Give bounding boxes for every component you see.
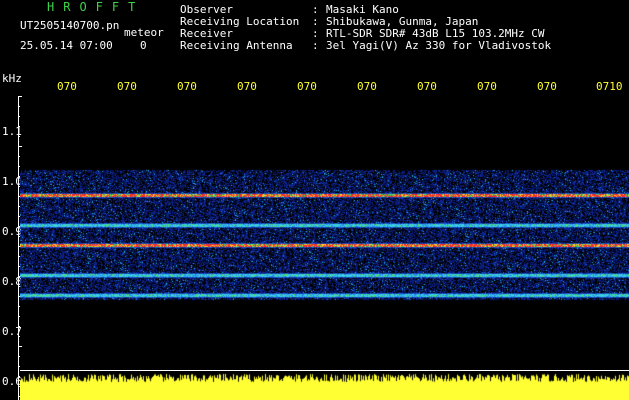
signal-strength-graph	[20, 370, 629, 400]
x-tick-label: 070	[477, 80, 497, 93]
y-tick-label: 1.1	[2, 125, 22, 138]
y-tick-label: 0.7	[2, 325, 22, 338]
antenna-label: Receiving Antenna	[180, 39, 293, 52]
mode-label: meteor	[124, 26, 164, 39]
spectrogram-canvas	[20, 96, 629, 366]
y-tick-label: 0.9	[2, 225, 22, 238]
detection-count: 0	[140, 39, 147, 52]
y-axis-unit: kHz	[2, 72, 22, 85]
x-tick-label: 070	[417, 80, 437, 93]
date-time: 25.05.14 07:00	[20, 39, 113, 52]
x-tick-label: 070	[357, 80, 377, 93]
x-tick-label: 070	[57, 80, 77, 93]
x-tick-label: 070	[537, 80, 557, 93]
antenna-value: 3el Yagi(V) Az 330 for Vladivostok	[326, 39, 552, 52]
y-tick-label: 0.6	[2, 375, 22, 388]
y-tick-label: 0.8	[2, 275, 22, 288]
y-tick-label: 1.0	[2, 175, 22, 188]
y-axis-line	[18, 96, 19, 400]
x-tick-label: 070	[237, 80, 257, 93]
file-name: UT2505140700.pn	[20, 19, 120, 32]
antenna-colon: :	[312, 39, 319, 52]
y-axis-tick	[18, 366, 20, 367]
app-brand: HROFFT	[47, 0, 145, 14]
x-tick-label: 070	[297, 80, 317, 93]
x-tick-label: 0710	[596, 80, 623, 93]
x-tick-label: 070	[117, 80, 137, 93]
x-tick-label: 070	[177, 80, 197, 93]
